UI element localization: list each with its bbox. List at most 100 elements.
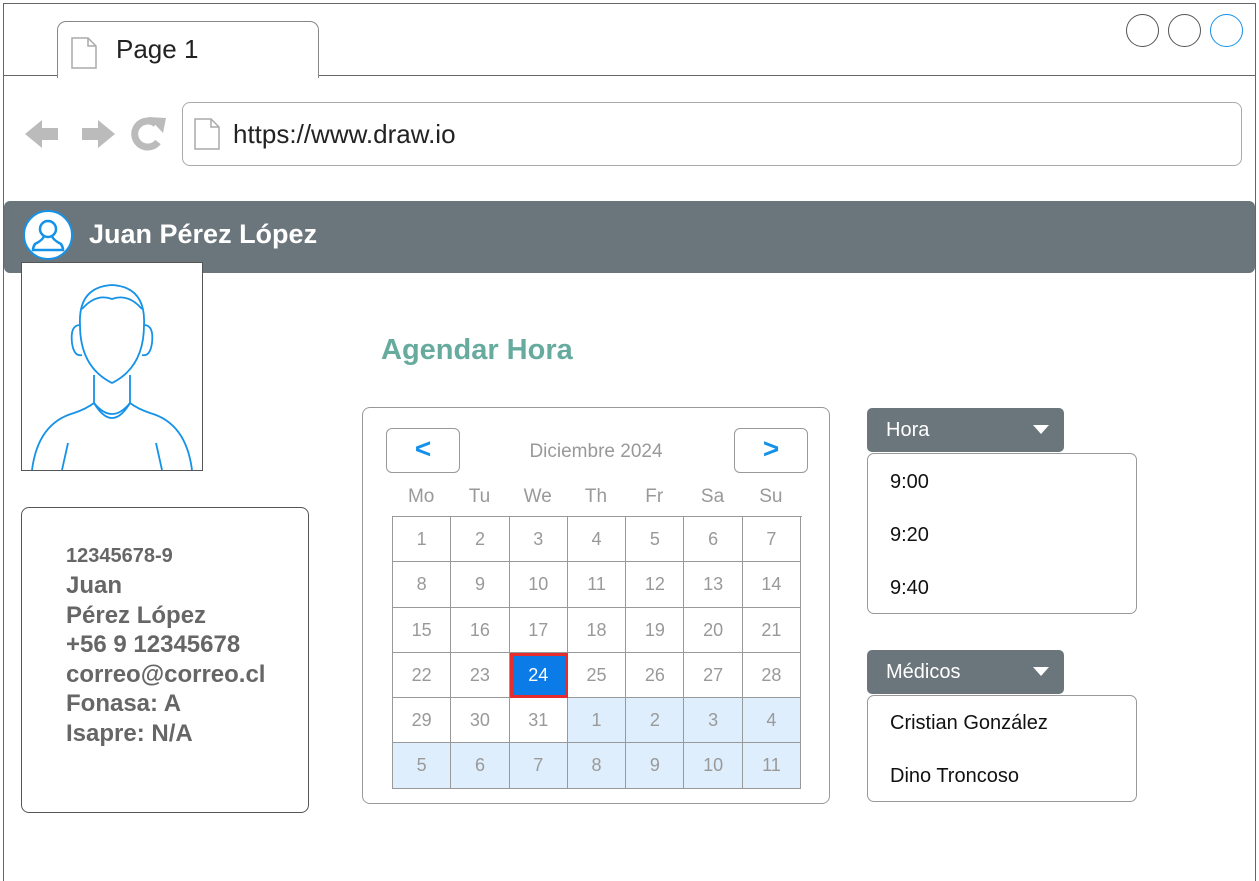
calendar-day[interactable]: 15	[393, 607, 452, 653]
next-month-button[interactable]: >	[734, 428, 808, 473]
weekday-header: Mo Tu We Th Fr Sa Su	[392, 486, 800, 508]
medicos-dropdown[interactable]: Médicos	[867, 650, 1064, 694]
hora-option[interactable]: 9:20	[890, 524, 929, 547]
calendar-day-next-month[interactable]: 8	[567, 743, 627, 789]
calendar-day[interactable]: 28	[742, 652, 802, 699]
medico-option[interactable]: Cristian González	[890, 712, 1048, 735]
patient-phone: +56 9 12345678	[66, 631, 241, 658]
calendar-week: 15 16 17 18 19 20 21	[393, 607, 802, 653]
calendar-day[interactable]: 23	[451, 652, 510, 699]
hora-dropdown[interactable]: Hora	[867, 408, 1064, 452]
calendar-day[interactable]: 13	[684, 562, 743, 608]
calendar-day-next-month[interactable]: 11	[742, 743, 802, 789]
weekday-label: Sa	[700, 486, 725, 507]
patient-email: correo@correo.cl	[66, 660, 266, 688]
calendar-day[interactable]: 11	[567, 562, 627, 608]
calendar-day-selected[interactable]: 24	[509, 652, 568, 699]
calendar-day[interactable]: 29	[393, 698, 452, 744]
calendar-day[interactable]: 30	[451, 698, 510, 744]
calendar-day-next-month[interactable]: 2	[626, 698, 685, 744]
calendar: < Diciembre 2024 > Mo Tu We Th Fr Sa Su …	[362, 407, 830, 804]
medicos-options-list: Cristian González Dino Troncoso	[867, 695, 1137, 802]
user-name: Juan Pérez López	[89, 219, 318, 249]
calendar-day-next-month[interactable]: 5	[393, 743, 452, 789]
weekday-label: Tu	[468, 486, 491, 507]
hora-option[interactable]: 9:40	[890, 577, 929, 600]
calendar-grid: 1 2 3 4 5 6 7 8 9 10 11 12 13 14 15 16 1…	[392, 516, 802, 789]
calendar-week: 1 2 3 4 5 6 7	[393, 517, 802, 563]
calendar-day[interactable]: 25	[567, 652, 627, 699]
calendar-day[interactable]: 6	[684, 517, 743, 563]
calendar-day[interactable]: 21	[742, 607, 802, 653]
address-bar[interactable]: https://www.draw.io	[182, 102, 1242, 166]
weekday-label: We	[523, 486, 552, 507]
window-button-3[interactable]	[1210, 14, 1243, 47]
weekday-label: Su	[759, 486, 783, 507]
forward-arrow-icon[interactable]	[82, 120, 115, 148]
calendar-day[interactable]: 26	[626, 652, 685, 699]
calendar-day-next-month[interactable]: 7	[509, 743, 568, 789]
month-label: Diciembre 2024	[529, 441, 663, 462]
calendar-day[interactable]: 3	[509, 517, 568, 563]
page-icon	[194, 118, 220, 150]
document-icon	[71, 37, 97, 69]
medico-option[interactable]: Dino Troncoso	[890, 765, 1019, 788]
calendar-day[interactable]: 4	[567, 517, 627, 563]
patient-first-name: Juan	[66, 572, 123, 599]
chevron-down-icon	[1033, 425, 1049, 434]
calendar-day[interactable]: 14	[742, 562, 802, 608]
hora-dropdown-label: Hora	[886, 419, 930, 441]
calendar-day[interactable]: 12	[626, 562, 685, 608]
calendar-day[interactable]: 17	[509, 607, 568, 653]
calendar-week: 22 23 24 25 26 27 28	[393, 652, 802, 699]
calendar-day[interactable]: 22	[393, 652, 452, 699]
calendar-day-next-month[interactable]: 4	[742, 698, 802, 744]
calendar-day-next-month[interactable]: 10	[684, 743, 743, 789]
calendar-day[interactable]: 18	[567, 607, 627, 653]
patient-fonasa: Fonasa: A	[66, 690, 182, 717]
tab-bar: Page 1	[4, 4, 1255, 78]
hora-options-list: 9:00 9:20 9:40	[867, 453, 1137, 614]
calendar-day-next-month[interactable]: 9	[626, 743, 685, 789]
medicos-dropdown-label: Médicos	[886, 661, 961, 683]
calendar-day[interactable]: 5	[626, 517, 685, 563]
patient-info-card: 12345678-9 Juan Pérez López +56 9 123456…	[21, 507, 309, 813]
calendar-day[interactable]: 9	[451, 562, 510, 608]
calendar-day[interactable]: 2	[451, 517, 510, 563]
chevron-down-icon	[1033, 667, 1049, 676]
user-icon[interactable]	[23, 210, 73, 260]
calendar-week: 29 30 31 1 2 3 4	[393, 698, 802, 744]
calendar-day[interactable]: 31	[509, 698, 568, 744]
browser-window: Page 1 https://www.draw.io Juan Pérez Ló…	[3, 3, 1256, 881]
calendar-day[interactable]: 10	[509, 562, 568, 608]
calendar-day-next-month[interactable]: 6	[451, 743, 510, 789]
reload-icon[interactable]	[131, 117, 166, 151]
hora-option[interactable]: 9:00	[890, 471, 929, 494]
calendar-day[interactable]: 1	[393, 517, 452, 563]
patient-avatar	[21, 262, 203, 471]
tab-page-1[interactable]: Page 1	[57, 21, 319, 78]
person-silhouette-icon	[31, 284, 193, 471]
weekday-label: Mo	[407, 486, 435, 507]
window-button-1[interactable]	[1126, 14, 1159, 47]
back-arrow-icon[interactable]	[25, 120, 58, 148]
calendar-day[interactable]: 8	[393, 562, 452, 608]
calendar-day-next-month[interactable]: 1	[567, 698, 627, 744]
calendar-day[interactable]: 20	[684, 607, 743, 653]
calendar-day[interactable]: 19	[626, 607, 685, 653]
calendar-day[interactable]: 27	[684, 652, 743, 699]
navigation-controls	[25, 117, 166, 151]
calendar-day-next-month[interactable]: 3	[684, 698, 743, 744]
weekday-label: Fr	[645, 486, 664, 507]
calendar-day[interactable]: 7	[742, 517, 802, 563]
patient-rut: 12345678-9	[66, 545, 173, 567]
window-button-2[interactable]	[1168, 14, 1201, 47]
patient-last-name: Pérez López	[66, 601, 207, 629]
patient-isapre: Isapre: N/A	[66, 719, 193, 747]
url-text: https://www.draw.io	[233, 119, 456, 149]
weekday-label: Th	[584, 486, 608, 507]
tab-label: Page 1	[116, 34, 199, 64]
prev-month-button[interactable]: <	[386, 428, 460, 473]
calendar-day[interactable]: 16	[451, 607, 510, 653]
calendar-week: 8 9 10 11 12 13 14	[393, 562, 802, 608]
